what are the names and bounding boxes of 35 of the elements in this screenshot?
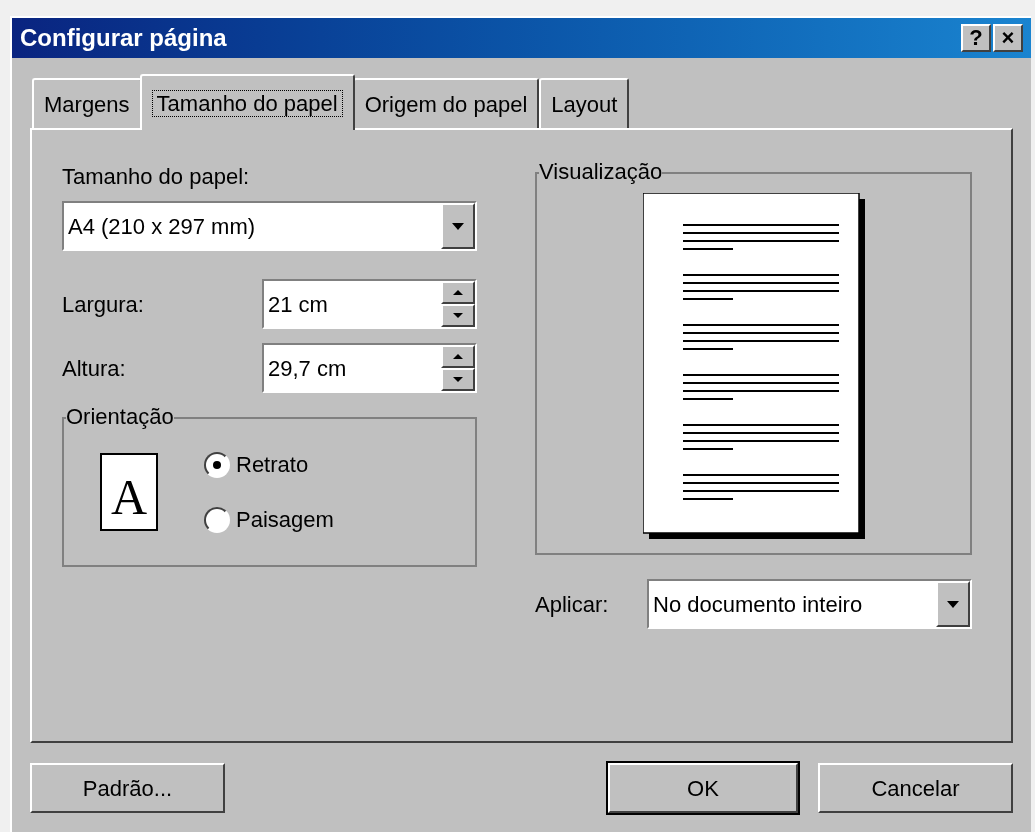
- paper-size-label: Tamanho do papel:: [62, 163, 251, 191]
- down-arrow-icon: [453, 377, 463, 382]
- tab[interactable]: Layout: [539, 78, 630, 128]
- dialog-button[interactable]: OK: [608, 763, 798, 813]
- window-title: Configurar página: [20, 23, 228, 53]
- width-label: Largura:: [62, 290, 145, 319]
- tab[interactable]: Margens: [32, 78, 142, 128]
- dialog-button[interactable]: Cancelar: [818, 763, 1013, 813]
- close-button[interactable]: ×: [993, 24, 1023, 52]
- apply-dropdown[interactable]: No documento inteiro: [647, 579, 972, 629]
- down-arrow-icon: [452, 222, 464, 230]
- dropdown-button[interactable]: [441, 203, 475, 249]
- spin-field[interactable]: 29,7 cm: [262, 343, 477, 393]
- height-label: Altura:: [62, 354, 127, 383]
- dialog-button[interactable]: Padrão...: [30, 763, 225, 813]
- up-arrow-icon: [453, 290, 463, 295]
- spin-up-button[interactable]: [441, 281, 475, 304]
- paper-size-dropdown[interactable]: A4 (210 x 297 mm): [62, 201, 477, 251]
- tab[interactable]: Origem do papel: [352, 78, 540, 128]
- down-arrow-icon: [453, 313, 463, 318]
- up-arrow-icon: [453, 354, 463, 359]
- down-arrow-icon: [947, 600, 959, 608]
- radio-option[interactable]: Retrato: [204, 448, 334, 481]
- dropdown-button[interactable]: [936, 581, 970, 627]
- radio-button[interactable]: [204, 506, 230, 533]
- radio-button[interactable]: [204, 451, 230, 478]
- help-button[interactable]: ?: [961, 24, 991, 52]
- tab[interactable]: Tamanho do papel: [139, 74, 355, 130]
- portrait-page-icon: A: [100, 453, 158, 531]
- spin-up-button[interactable]: [441, 345, 475, 368]
- spin-field[interactable]: 21 cm: [262, 279, 477, 329]
- spin-down-button[interactable]: [441, 304, 475, 327]
- radio-option[interactable]: Paisagem: [204, 503, 334, 536]
- spin-down-button[interactable]: [441, 368, 475, 391]
- apply-label: Aplicar:: [535, 590, 610, 619]
